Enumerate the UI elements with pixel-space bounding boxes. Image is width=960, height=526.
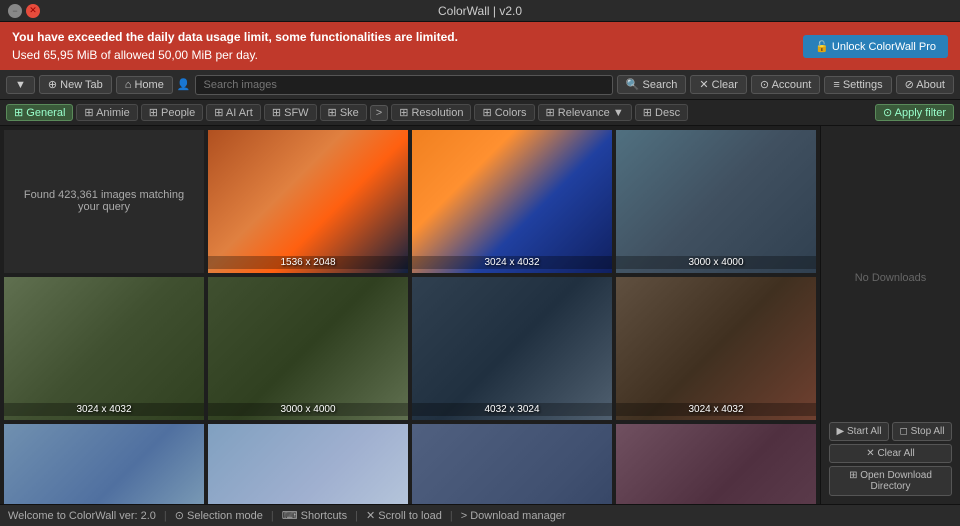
image-cell[interactable]: 3024 x 4032 xyxy=(4,277,204,420)
filter-sfw[interactable]: ⊞ SFW xyxy=(264,104,317,121)
image-cell[interactable]: 3024 x 4032 xyxy=(412,130,612,273)
image-size-label: 1536 x 2048 xyxy=(208,256,408,269)
download-btn-row: ▶ Start All ◻ Stop All xyxy=(829,422,952,441)
titlebar: − ✕ ColorWall | v2.0 xyxy=(0,0,960,22)
image-cell[interactable]: 3000 x 4000 xyxy=(208,277,408,420)
filterbar: ⊞ General ⊞ Animie ⊞ People ⊞ AI Art ⊞ S… xyxy=(0,100,960,126)
filter-colors[interactable]: ⊞ Colors xyxy=(474,104,534,121)
app-title: ColorWall | v2.0 xyxy=(48,4,912,18)
filter-resolution[interactable]: ⊞ Resolution xyxy=(391,104,471,121)
image-size-label: 3000 x 4000 xyxy=(208,403,408,416)
tab-dropdown-button[interactable]: ▼ xyxy=(6,76,35,94)
filter-ai-art[interactable]: ⊞ AI Art xyxy=(206,104,261,121)
no-downloads-label: No Downloads xyxy=(829,134,952,422)
apply-filter-button[interactable]: ⊙ Apply filter xyxy=(875,104,954,121)
about-button[interactable]: ⊘ About xyxy=(896,75,954,94)
download-controls: ▶ Start All ◻ Stop All ✕ Clear All ⊞ Ope… xyxy=(829,422,952,496)
search-input[interactable] xyxy=(195,75,613,95)
filter-more-button[interactable]: > xyxy=(370,105,388,121)
toolbar: ▼ ⊕ New Tab ⌂ Home 👤 🔍 Search ✕ Clear ⊙ … xyxy=(0,70,960,100)
image-grid-container[interactable]: Found 423,361 images matching your query… xyxy=(0,126,820,504)
warning-banner: You have exceeded the daily data usage l… xyxy=(0,22,960,70)
filter-sketch[interactable]: ⊞ Ske xyxy=(320,104,367,121)
stop-all-button[interactable]: ◻ Stop All xyxy=(892,422,952,441)
shortcuts-button[interactable]: ⌨ Shortcuts xyxy=(282,509,347,522)
filter-animie[interactable]: ⊞ Animie xyxy=(76,104,137,121)
person-icon: 👤 xyxy=(177,78,191,91)
clear-all-button[interactable]: ✕ Clear All xyxy=(829,444,952,463)
image-size-label: 3000 x 4000 xyxy=(616,256,816,269)
close-button[interactable]: ✕ xyxy=(26,4,40,18)
new-tab-button[interactable]: ⊕ New Tab xyxy=(39,75,112,94)
image-cell[interactable]: 1536 x 2048 xyxy=(208,130,408,273)
scroll-to-load-button[interactable]: ✕ Scroll to load xyxy=(366,509,442,522)
found-count-cell: Found 423,361 images matching your query xyxy=(4,130,204,273)
main-area: Found 423,361 images matching your query… xyxy=(0,126,960,504)
statusbar: Welcome to ColorWall ver: 2.0 | ⊙ Select… xyxy=(0,504,960,526)
image-grid: Found 423,361 images matching your query… xyxy=(4,130,816,504)
warning-text: You have exceeded the daily data usage l… xyxy=(12,28,458,64)
clear-all-row: ✕ Clear All xyxy=(829,444,952,463)
open-dir-button[interactable]: ⊞ Open Download Directory xyxy=(829,466,952,496)
filter-people[interactable]: ⊞ People xyxy=(141,104,204,121)
image-cell[interactable]: 2560 x 1440 xyxy=(208,424,408,504)
unlock-pro-button[interactable]: 🔓 Unlock ColorWall Pro xyxy=(803,35,948,58)
image-size-label: 3024 x 4032 xyxy=(412,256,612,269)
image-cell[interactable]: 2560 x 1440 xyxy=(4,424,204,504)
filter-general[interactable]: ⊞ General xyxy=(6,104,73,121)
image-size-label: 4032 x 3024 xyxy=(412,403,612,416)
image-size-label: 3024 x 4032 xyxy=(616,403,816,416)
settings-button[interactable]: ≡ Settings xyxy=(824,76,891,94)
minimize-button[interactable]: − xyxy=(8,4,22,18)
image-cell[interactable]: 4032 x 3024 xyxy=(412,277,612,420)
home-button[interactable]: ⌂ Home xyxy=(116,76,173,94)
search-container: 👤 xyxy=(177,75,613,95)
filter-desc[interactable]: ⊞ Desc xyxy=(635,104,688,121)
filter-relevance[interactable]: ⊞ Relevance ▼ xyxy=(538,104,632,121)
start-all-button[interactable]: ▶ Start All xyxy=(829,422,889,441)
image-cell[interactable]: 3000 x 4000 xyxy=(616,130,816,273)
selection-mode-label[interactable]: ⊙ Selection mode xyxy=(175,509,263,522)
image-cell[interactable]: 2560 x 1440 xyxy=(412,424,612,504)
search-button[interactable]: 🔍 Search xyxy=(617,75,687,94)
image-cell[interactable]: 2560 x 1440 xyxy=(616,424,816,504)
sidebar: No Downloads ▶ Start All ◻ Stop All ✕ Cl… xyxy=(820,126,960,504)
image-cell[interactable]: 3024 x 4032 xyxy=(616,277,816,420)
image-size-label: 3024 x 4032 xyxy=(4,403,204,416)
account-button[interactable]: ⊙ Account xyxy=(751,75,820,94)
clear-button[interactable]: ✕ Clear xyxy=(690,75,747,94)
